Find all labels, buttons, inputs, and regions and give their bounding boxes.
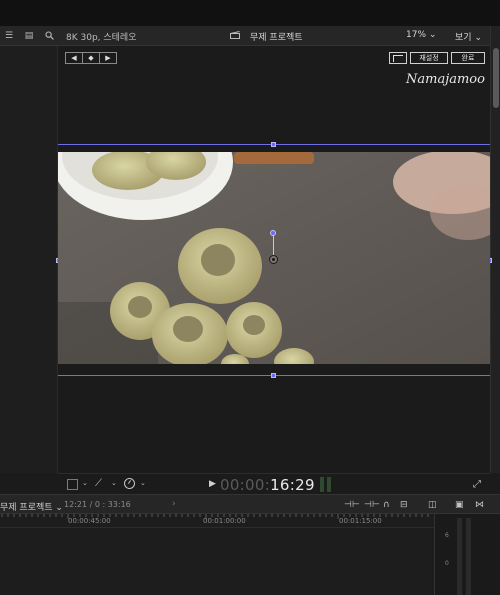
timecode-value: 16:29 xyxy=(270,476,315,494)
crop-mode-icon[interactable] xyxy=(389,52,407,64)
project-title: 무제 프로젝트 xyxy=(250,33,303,43)
filmstrip-icon[interactable]: ▤ xyxy=(24,31,34,41)
ruler-label: 00:01:00:00 xyxy=(203,517,246,525)
list-view-icon[interactable]: ☰ xyxy=(4,31,14,41)
viewer: ◀ ◆ ▶ 재설정 완료 Namajamoo xyxy=(56,46,492,473)
transform-center-handle[interactable] xyxy=(269,255,278,264)
timeline-ruler[interactable]: 00:00:45:00 00:01:00:00 00:01:15:00 xyxy=(0,514,434,528)
headphones-icon[interactable]: ∩ xyxy=(383,500,390,510)
watermark-text: Namajamoo xyxy=(405,72,485,87)
audio-meter-right xyxy=(466,518,471,595)
history-forward-icon[interactable]: › xyxy=(172,499,176,509)
next-keyframe-button[interactable]: ▶ xyxy=(100,53,116,63)
chevron-down-icon: ⌄ xyxy=(428,30,437,40)
clip-appearance-icon[interactable]: ◫ xyxy=(428,500,437,510)
transform-tool-icon[interactable] xyxy=(67,479,78,490)
timecode-leading: 00:00: xyxy=(220,476,271,494)
ruler-label: 00:00:45:00 xyxy=(68,517,111,525)
view-menu-label: 보기 xyxy=(455,33,472,43)
transform-handle-top[interactable] xyxy=(271,142,276,147)
project-menu-label: 무제 프로젝트 xyxy=(0,503,53,513)
ruler-label: 00:01:15:00 xyxy=(339,517,382,525)
fullscreen-icon[interactable]: ⤢ xyxy=(473,479,481,490)
magic-wand-icon[interactable]: ⟋ xyxy=(95,478,102,489)
chevron-down-icon: ⌄ xyxy=(55,503,63,513)
watermark-signature: Namajamoo xyxy=(405,72,485,87)
chevron-down-icon[interactable]: ⌄ xyxy=(140,479,146,487)
window-top-strip xyxy=(0,0,500,26)
browser-toolbar: ☰ ▤ xyxy=(0,26,58,46)
audio-skimming-icon[interactable]: ⊣⊢ xyxy=(364,500,380,510)
done-button[interactable]: 완료 xyxy=(451,52,485,64)
previous-keyframe-button[interactable]: ◀ xyxy=(66,53,83,63)
zoom-menu[interactable]: 17% ⌄ xyxy=(406,30,436,40)
play-button[interactable]: ▶ xyxy=(209,479,216,489)
zoom-label: 17% xyxy=(406,30,427,40)
skimming-icon[interactable]: ⊣⊢ xyxy=(344,500,360,510)
transform-handle-bottom[interactable] xyxy=(271,373,276,378)
viewer-header: 8K 30p, 스테레오 무제 프로젝트 17% ⌄ 보기 ⌄ xyxy=(58,26,490,46)
meter-scale-label: 0 xyxy=(445,560,449,567)
chevron-down-icon: ⌄ xyxy=(474,33,482,43)
meter-scale-label: 6 xyxy=(445,532,449,539)
inspector-scrollbar[interactable] xyxy=(490,26,500,473)
scrollbar-thumb[interactable] xyxy=(493,48,499,108)
browser-pane: ☰ ▤ xyxy=(0,26,58,473)
timecode-display[interactable]: 00:00:16:29 xyxy=(220,476,315,494)
solo-icon[interactable]: ⊟ xyxy=(400,500,408,510)
viewer-footer: ⌄ ⟋ ⌄ ⌄ ▶ 00:00:16:29 ⤢ xyxy=(58,473,490,494)
speed-icon[interactable] xyxy=(124,478,135,489)
timeline[interactable]: 00:00:45:00 00:01:00:00 00:01:15:00 xyxy=(0,514,434,595)
timeline-header: 무제 프로젝트 ⌄ 12:21 / 0 : 33:16 › ⊣⊢ ⊣⊢ ∩ ⊟ … xyxy=(0,494,500,514)
effects-browser-icon[interactable]: ▣ xyxy=(455,500,464,510)
audio-level-left xyxy=(320,477,324,492)
audio-meters: 6 0 xyxy=(434,514,500,595)
chevron-down-icon[interactable]: ⌄ xyxy=(111,479,117,487)
transitions-browser-icon[interactable]: ⋈ xyxy=(475,500,484,510)
audio-meter-left xyxy=(457,518,462,595)
chevron-down-icon[interactable]: ⌄ xyxy=(82,479,88,487)
audio-level-right xyxy=(327,477,331,492)
reset-button[interactable]: 재설정 xyxy=(410,52,448,64)
add-keyframe-button[interactable]: ◆ xyxy=(83,53,100,63)
timeline-duration: 12:21 / 0 : 33:16 xyxy=(64,500,131,509)
project-menu[interactable]: 무제 프로젝트 ⌄ xyxy=(0,500,63,513)
clapperboard-icon xyxy=(230,31,240,39)
view-menu[interactable]: 보기 ⌄ xyxy=(455,30,482,43)
rotation-handle-line xyxy=(273,234,274,256)
search-icon[interactable] xyxy=(44,31,54,41)
rotation-handle[interactable] xyxy=(270,230,276,236)
keyframe-controls: ◀ ◆ ▶ xyxy=(65,52,117,64)
format-label: 8K 30p, 스테레오 xyxy=(66,33,137,43)
